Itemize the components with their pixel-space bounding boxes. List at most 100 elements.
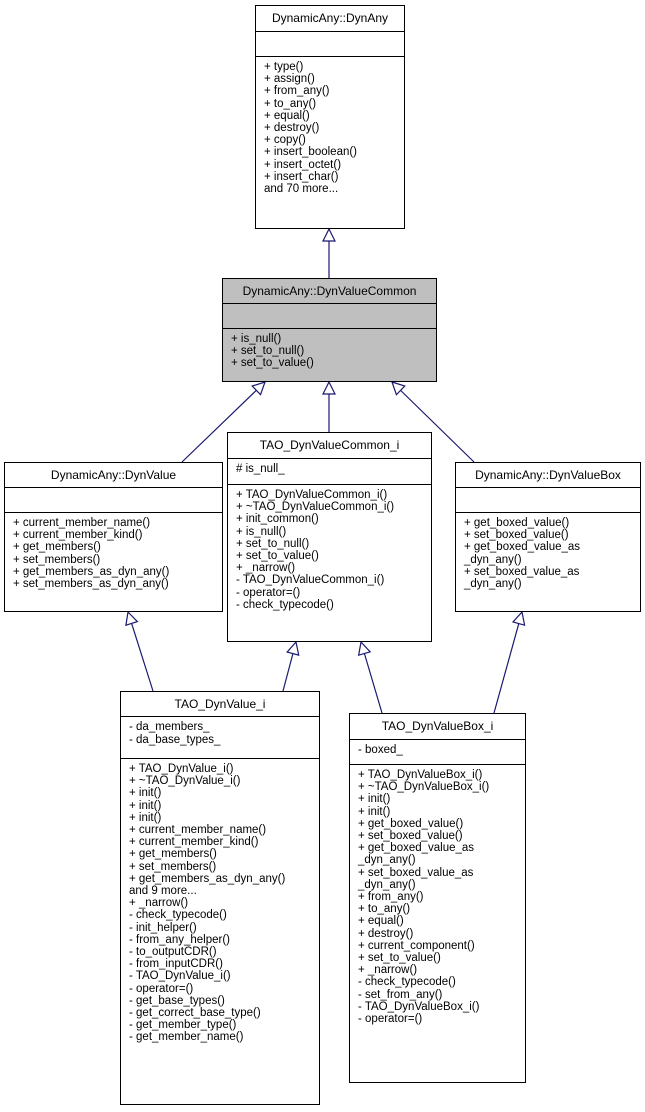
inheritance-edge — [131, 623, 154, 692]
class-member: + equal() — [264, 109, 310, 122]
class-member: + init() — [129, 787, 162, 800]
inheritance-arrowhead-icon — [322, 380, 336, 395]
class-dynvalue[interactable]: DynamicAny::DynValue + current_member_na… — [4, 462, 223, 612]
class-member: + _narrow() — [236, 562, 296, 575]
class-member: + from_any() — [264, 85, 330, 98]
class-member: - to_outputCDR() — [129, 946, 217, 959]
inheritance-edge — [493, 623, 520, 714]
class-member: - operator=() — [129, 982, 194, 995]
class-member: + to_any() — [264, 97, 317, 110]
class-member: - get_member_type() — [129, 1019, 237, 1032]
class-member: + _narrow() — [129, 897, 189, 910]
class-dynvaluecommon[interactable]: DynamicAny::DynValueCommon + is_null() + … — [222, 278, 437, 382]
class-member: - TAO_DynValueCommon_i() — [236, 574, 385, 587]
class-operations: + TAO_DynValueCommon_i() + ~TAO_DynValueC… — [228, 485, 431, 611]
class-member: + TAO_DynValueCommon_i() — [236, 489, 388, 501]
class-member: + init() — [129, 811, 162, 824]
class-operations: + TAO_DynValue_i() + ~TAO_DynValue_i() + i… — [121, 759, 319, 1044]
inheritance-arrowhead-icon — [357, 640, 372, 657]
class-attributes: - da_members_ - da_base_types_ — [121, 717, 319, 759]
class-member: + current_member_kind() — [13, 529, 143, 542]
class-member: _dyn_any() — [464, 578, 522, 591]
class-member: - get_member_name() — [129, 1031, 244, 1044]
inheritance-arrowhead-icon — [322, 227, 336, 242]
class-member: - get_correct_base_type() — [129, 1007, 261, 1020]
class-member: # is_null_ — [236, 463, 285, 475]
class-member: + init() — [358, 805, 391, 818]
class-member: + destroy() — [358, 927, 414, 940]
class-member: + set_boxed_value_as — [358, 866, 474, 879]
class-name: TAO_DynValueCommon_i — [228, 433, 431, 459]
class-member: and 70 more... — [264, 183, 339, 196]
class-member: + ~TAO_DynValueCommon_i() — [236, 501, 395, 514]
class-member: - set_from_any() — [358, 988, 443, 1001]
class-operations: + is_null() + set_to_null() + set_to_value… — [223, 329, 436, 370]
class-member: + set_boxed_value() — [358, 830, 463, 843]
class-member: + get_boxed_value() — [464, 517, 570, 529]
class-member: - check_typecode() — [358, 976, 456, 989]
class-member: _dyn_any() — [358, 878, 416, 891]
class-member: + insert_boolean() — [264, 146, 358, 159]
class-member: + init() — [358, 793, 391, 806]
class-member: + set_members() — [13, 553, 101, 566]
class-dynany[interactable]: DynamicAny::DynAny + type() + assign() + f… — [255, 5, 405, 229]
class-member: + set_boxed_value_as — [464, 565, 580, 578]
class-member: - TAO_DynValueBox_i() — [358, 1000, 480, 1013]
class-member: - TAO_DynValue_i() — [129, 970, 231, 983]
class-member: + set_to_null() — [236, 537, 310, 550]
class-member: _dyn_any() — [358, 854, 416, 867]
class-operations: + TAO_DynValueBox_i() + ~TAO_DynValueBox_… — [350, 765, 525, 1025]
class-member: + equal() — [358, 915, 404, 928]
class-member: + ~TAO_DynValue_i() — [129, 775, 241, 788]
class-attributes: - boxed_ — [350, 740, 525, 765]
class-member: + get_members_as_dyn_any() — [129, 872, 286, 885]
class-member: + TAO_DynValue_i() — [129, 763, 234, 775]
class-name: DynamicAny::DynValue — [5, 463, 222, 488]
class-member: _dyn_any() — [464, 553, 522, 566]
class-attributes — [256, 32, 404, 57]
inheritance-arrowhead-icon — [286, 640, 300, 656]
class-member: + get_boxed_value_as — [464, 541, 581, 554]
class-member: + set_to_null() — [231, 345, 305, 358]
class-member: + get_members() — [129, 848, 217, 861]
class-member: + current_member_kind() — [129, 836, 259, 849]
inheritance-arrowhead-icon — [125, 610, 139, 627]
class-member: + set_members_as_dyn_any() — [13, 578, 169, 591]
class-member: - check_typecode() — [129, 909, 227, 922]
class-member: + destroy() — [264, 122, 320, 135]
class-name: TAO_DynValueBox_i — [350, 714, 525, 740]
class-member: + is_null() — [236, 525, 287, 538]
class-member: - get_base_types() — [129, 994, 225, 1007]
class-member: + get_members() — [13, 541, 101, 554]
class-operations: + type() + assign() + from_any() + to_any()… — [256, 57, 404, 195]
class-member: + set_to_value() — [231, 357, 314, 370]
class-dynvaluebox[interactable]: DynamicAny::DynValueBox + get_boxed_valu… — [455, 462, 641, 612]
class-taodynvaluecommon[interactable]: TAO_DynValueCommon_i # is_null_ + TAO_Dy… — [227, 432, 432, 642]
class-operations: + get_boxed_value() + set_boxed_value() + … — [456, 513, 640, 590]
class-attributes — [5, 488, 222, 513]
class-member: + insert_char() — [264, 170, 339, 183]
class-member: - from_any_helper() — [129, 933, 230, 946]
class-member: - init_helper() — [129, 921, 197, 934]
class-member: - boxed_ — [358, 744, 403, 756]
class-member: + set_to_value() — [358, 952, 441, 965]
class-name: DynamicAny::DynAny — [256, 6, 404, 32]
class-member: + set_members() — [129, 860, 217, 873]
class-operations: + current_member_name() + current_member_… — [5, 513, 222, 590]
class-member: + current_component() — [358, 939, 475, 952]
inheritance-arrowhead-icon — [511, 610, 526, 627]
class-member: + insert_octet() — [264, 158, 342, 171]
class-name: DynamicAny::DynValueBox — [456, 463, 640, 488]
class-attributes: # is_null_ — [228, 459, 431, 485]
class-member: + _narrow() — [358, 964, 418, 977]
class-taodynvaluebox[interactable]: TAO_DynValueBox_i - boxed_ + TAO_DynValu… — [349, 713, 526, 1083]
class-member: - operator=() — [358, 1013, 423, 1026]
class-member: + current_member_name() — [13, 517, 151, 529]
class-member: + ~TAO_DynValueBox_i() — [358, 781, 490, 794]
class-attributes — [223, 304, 436, 329]
class-member: + set_boxed_value() — [464, 529, 569, 542]
class-member: - da_base_types_ — [129, 734, 221, 746]
class-member: + type() — [264, 61, 304, 73]
class-taodynvalue[interactable]: TAO_DynValue_i - da_members_ - da_base_ty… — [120, 691, 320, 1105]
class-member: + set_to_value() — [236, 550, 319, 563]
